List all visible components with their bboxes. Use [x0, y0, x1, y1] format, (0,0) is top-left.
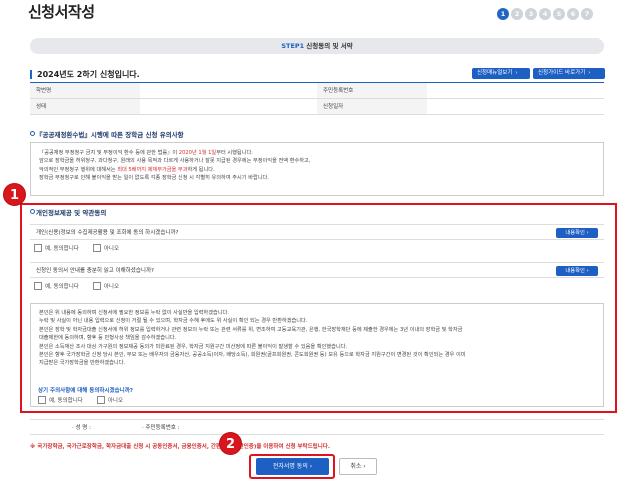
checkbox[interactable] [96, 396, 105, 404]
consent-options-1: 예, 동의합니다 아니오 [34, 244, 133, 252]
consent-options-2: 예, 동의합니다 아니오 [34, 282, 133, 290]
table-value [140, 83, 317, 98]
table-value [427, 99, 604, 114]
notice-text: 『공공재정 부정청구 금지 및 부정이익 환수 등에 관한 법률』이 [39, 150, 179, 156]
option-no[interactable]: 아니오 [92, 282, 120, 290]
e-sign-button-label: 전자서명 동의 [272, 463, 308, 470]
agreement-line: 본인은 위 내용에 동의하며 신청서에 필요한 정보를 누락 없이 사실만을 입… [39, 310, 229, 316]
option-yes[interactable]: 예, 동의합니다 [34, 244, 79, 252]
checkbox[interactable] [38, 396, 46, 404]
notice-text: 하게 됩니다. [187, 166, 215, 173]
notice-box: 『공공재정 부정청구 금지 및 부정이익 환수 등에 관한 법률』이 2020년… [30, 142, 604, 196]
table-row: 성태 신청일자 [30, 99, 604, 115]
consent-question-2: 신청인 동의서 안내를 충분히 읽고 이해하셨습니까? 내용확인 › [30, 262, 604, 278]
semester-title: 2024년도 2하기 신청입니다. [30, 70, 140, 79]
cancel-button-label: 취소 [350, 463, 362, 470]
notice-warning: 최대 5배까지 제재부가금을 부과 [117, 166, 188, 173]
cancel-button[interactable]: 취소 › [339, 458, 377, 475]
chevron-right-icon: › [515, 70, 518, 76]
option-label: 예, 동의합니다 [45, 284, 79, 290]
option-label: 예, 동의합니다 [49, 398, 83, 404]
question-text: 신청인 동의서 안내를 충분히 읽고 이해하셨습니까? [36, 268, 154, 274]
section-title-notice: 『공공재정환수법』시행에 따른 장학금 신청 유의사항 [30, 129, 184, 139]
agreement-line: 본인은 장학 및 학자금대출 신청서에 허위 정보를 입력하거나 관련 정보의 … [39, 326, 463, 333]
notice-text: 부터 시행됩니다. [216, 150, 253, 156]
step-bar: STEP1 신청동의 및 서약 [30, 38, 604, 54]
agreement-line: 지급받은 국가장학금을 반환하겠습니다. [39, 360, 126, 367]
signer-id-label: · 주민등록번호 : [142, 425, 180, 431]
option-no[interactable]: 아니오 [92, 244, 120, 252]
checkbox[interactable] [92, 282, 101, 290]
confirm-options: 예, 동의합니다 아니오 [38, 396, 137, 404]
detail-button-label: 내용확인 [565, 230, 585, 236]
manual-button-label: 신청매뉴얼보기 [477, 70, 513, 76]
manual-button[interactable]: 신청매뉴얼보기 › [472, 68, 530, 79]
detail-button-label: 내용확인 [565, 268, 585, 274]
table-value [140, 99, 317, 114]
option-no[interactable]: 아니오 [96, 396, 124, 404]
agreement-line: 누락 및 사실이 아닌 내용 입력으로 신청이 거절 될 수 있으며, 학자금 … [39, 318, 308, 325]
notice-line: 『공공재정 부정청구 금지 및 부정이익 환수 등에 관한 법률』이 2020년… [39, 149, 595, 157]
chevron-right-icon: › [586, 268, 589, 274]
agreement-line: 본인은 소득재산 조사 대상 가구원의 정보제공 동의가 미완료된 경우, 학자… [39, 343, 348, 350]
table-label: 성태 [30, 99, 140, 114]
consent-question-1: 개인(신용)정보의 수집제공활용 및 조회에 동의 하시겠습니까? 내용확인 › [30, 224, 604, 240]
step-2: 2 [511, 8, 523, 20]
page-title: 신청서작성 [28, 3, 95, 21]
step-bar-step: STEP1 [281, 42, 305, 50]
guide-button[interactable]: 신청가이드 바로가기 › [533, 68, 605, 79]
option-label: 아니오 [103, 284, 120, 290]
step-6: 6 [567, 8, 579, 20]
checkbox[interactable] [34, 244, 42, 252]
detail-button-1[interactable]: 내용확인 › [556, 228, 598, 238]
signer-info: · 성 명 : · 주민등록번호 : [30, 419, 604, 435]
guide-button-label: 신청가이드 바로가기 [538, 70, 586, 76]
step-indicator: 1 2 3 4 5 6 7 [497, 8, 593, 20]
option-yes[interactable]: 예, 동의합니다 [34, 282, 79, 290]
notice-date: 2020년 1월 1일 [178, 150, 217, 156]
chevron-right-icon: › [363, 463, 366, 470]
agreement-line: 본인은 향후 국가장학금 신청 당시 본인, 부모 또는 배우자의 금융자산, … [39, 352, 466, 359]
semester-year: 2024년도 [37, 70, 74, 79]
agreement-line: 대출제한에 동의하며, 향후 등 민형사상 책임을 감수하겠습니다. [39, 335, 177, 342]
checkbox[interactable] [34, 282, 42, 290]
step-7: 7 [581, 8, 593, 20]
table-row: 학번명 주민등록번호 [30, 83, 604, 99]
annotation-badge-2: 2 [219, 432, 242, 455]
option-label: 예, 동의합니다 [45, 246, 79, 252]
table-value [427, 83, 604, 98]
annotation-badge-1: 1 [3, 183, 26, 206]
detail-button-2[interactable]: 내용확인 › [556, 266, 598, 276]
chevron-right-icon: › [309, 463, 313, 470]
table-label: 신청일자 [317, 99, 427, 114]
e-sign-button[interactable]: 전자서명 동의 › [256, 458, 329, 475]
checkbox[interactable] [92, 244, 101, 252]
applicant-info-table: 학번명 주민등록번호 성태 신청일자 [30, 82, 604, 115]
question-text: 개인(신용)정보의 수집제공활용 및 조회에 동의 하시겠습니까? [36, 230, 179, 236]
confirm-question: 상기 주의사항에 대해 동의하시겠습니까? [38, 388, 133, 394]
step-5: 5 [553, 8, 565, 20]
step-3: 3 [525, 8, 537, 20]
step-4: 4 [539, 8, 551, 20]
notice-text: 악의적인 부정청구 행위에 대해서는 [39, 166, 118, 173]
option-yes[interactable]: 예, 동의합니다 [38, 396, 83, 404]
notice-line: 앞으로 장학금을 허위청구, 과다청구, 원래의 사용 목적과 다르게 사용하거… [39, 158, 311, 165]
table-label: 주민등록번호 [317, 83, 427, 98]
step-1: 1 [497, 8, 509, 20]
option-label: 아니오 [103, 246, 120, 252]
table-label: 학번명 [30, 83, 140, 98]
signer-name-label: · 성 명 : [72, 425, 91, 431]
certificate-notice: ※ 국가장학금, 국가근로장학금, 학자금대출 신청 시 공동인증서, 금융인증… [30, 444, 330, 450]
chevron-right-icon: › [588, 70, 591, 76]
notice-line: 장학금 부정청구로 인해 불이익을 받는 일이 없도록 각종 장학금 신청 시 … [39, 175, 269, 182]
notice-line: 악의적인 부정청구 행위에 대해서는 최대 5배까지 제재부가금을 부과하게 됩… [39, 166, 595, 174]
section-title-consent: 개인정보제공 및 약관동의 [30, 207, 106, 217]
step-bar-label: 신청동의 및 서약 [306, 42, 353, 50]
chevron-right-icon: › [586, 230, 589, 236]
semester-term: 2하기 신청입니다. [76, 70, 140, 79]
option-label: 아니오 [107, 398, 124, 404]
